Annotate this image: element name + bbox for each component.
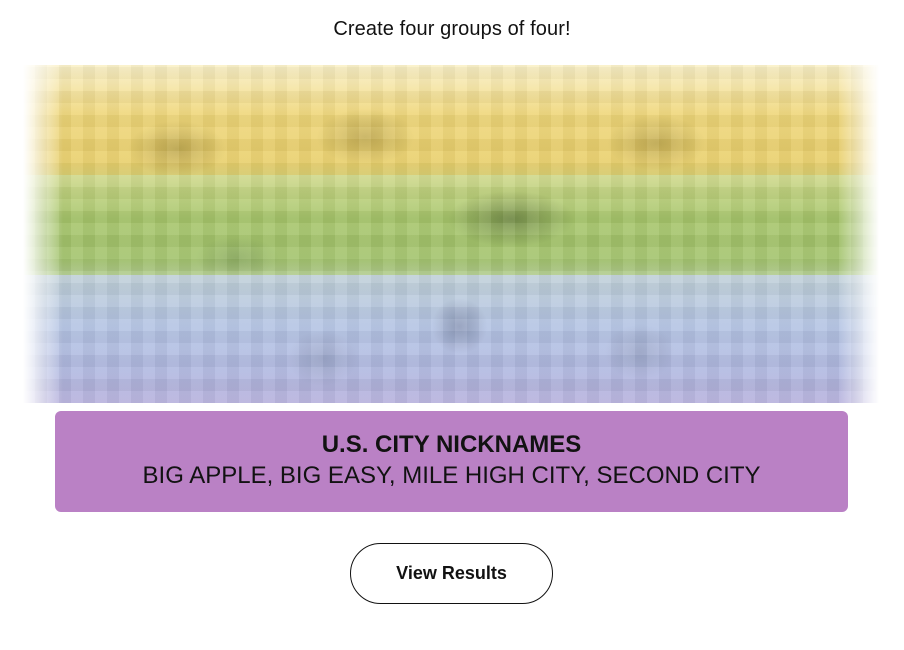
pixelation-overlay xyxy=(23,65,879,403)
solved-group-purple: U.S. CITY NICKNAMES BIG APPLE, BIG EASY,… xyxy=(55,411,848,512)
blurred-solved-board xyxy=(23,65,879,403)
connections-results-page: Create four groups of four! U.S. CITY NI… xyxy=(0,0,904,650)
board-fade-left xyxy=(23,65,63,403)
board-fade-right xyxy=(839,65,879,403)
instructions-text: Create four groups of four! xyxy=(333,18,571,40)
solved-group-category: U.S. CITY NICKNAMES xyxy=(321,431,582,458)
view-results-button[interactable]: View Results xyxy=(350,543,553,604)
solved-group-members: BIG APPLE, BIG EASY, MILE HIGH CITY, SEC… xyxy=(142,462,761,489)
